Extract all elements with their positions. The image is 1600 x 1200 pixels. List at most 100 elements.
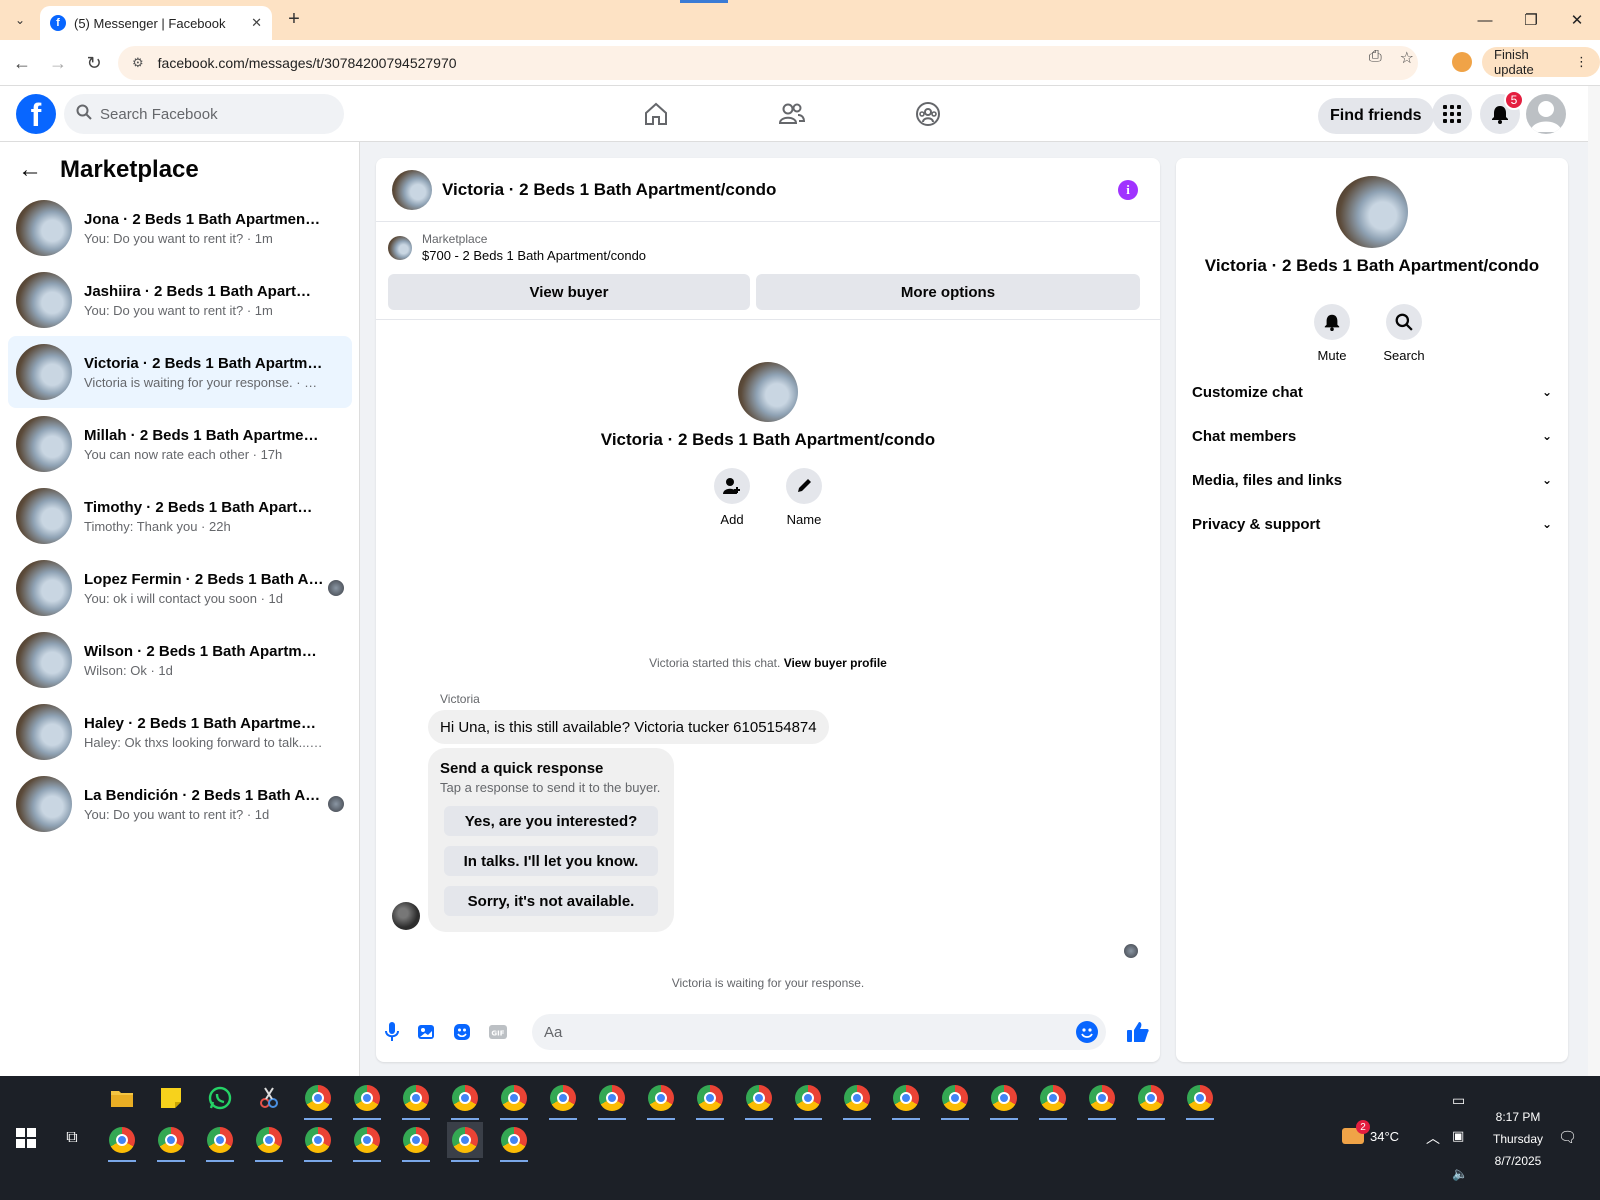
find-friends-button[interactable]: Find friends [1318, 98, 1434, 134]
chat-title[interactable]: Victoria · 2 Beds 1 Bath Apartment/condo [442, 180, 776, 200]
action-center-icon[interactable]: 🗨 [1558, 1128, 1577, 1146]
weather-widget[interactable]: 2 34°C [1342, 1120, 1399, 1144]
menu-grid-icon[interactable] [1432, 94, 1472, 134]
install-app-icon[interactable]: ⎙ [1369, 48, 1382, 68]
whatsapp-icon[interactable] [202, 1080, 238, 1116]
restore-icon[interactable]: ❐ [1508, 0, 1554, 40]
listing-thumbnail[interactable] [388, 235, 412, 260]
file-explorer-icon[interactable] [104, 1080, 140, 1116]
finish-update-button[interactable]: Finish update ⋮ [1482, 47, 1600, 77]
details-avatar[interactable] [1336, 176, 1408, 248]
chrome-icon[interactable] [888, 1080, 924, 1120]
chrome-icon[interactable] [545, 1080, 581, 1120]
chrome-icon[interactable] [153, 1122, 189, 1162]
media-files-links-section[interactable]: Media, files and links ⌄ [1192, 460, 1552, 500]
view-buyer-button[interactable]: View buyer [388, 274, 750, 310]
chrome-icon[interactable] [202, 1122, 238, 1162]
browser-tab[interactable]: f (5) Messenger | Facebook ✕ [40, 6, 272, 40]
chrome-icon[interactable] [790, 1080, 826, 1120]
quick-reply-button[interactable]: In talks. I'll let you know. [444, 846, 658, 876]
forward-icon[interactable]: → [46, 51, 70, 75]
view-buyer-profile-link[interactable]: View buyer profile [784, 656, 887, 670]
site-info-icon[interactable]: ⚙ [132, 55, 144, 71]
back-arrow-icon[interactable]: ← [18, 156, 42, 184]
name-chat-button[interactable]: Name [774, 468, 834, 527]
sticker-icon[interactable] [452, 1022, 472, 1042]
conversation-item[interactable]: Millah · 2 Beds 1 Bath Apartment/c... You… [8, 408, 352, 480]
chrome-icon[interactable] [594, 1080, 630, 1120]
sticky-notes-icon[interactable] [153, 1080, 189, 1116]
chrome-icon[interactable] [496, 1122, 532, 1162]
new-tab-button[interactable]: + [282, 8, 306, 31]
chrome-icon[interactable] [398, 1122, 434, 1162]
chrome-icon[interactable] [104, 1122, 140, 1162]
photo-icon[interactable] [416, 1022, 436, 1042]
chrome-icon[interactable] [251, 1122, 287, 1162]
privacy-support-section[interactable]: Privacy & support ⌄ [1192, 504, 1552, 544]
chrome-icon-active[interactable] [447, 1122, 483, 1162]
chat-avatar[interactable] [392, 169, 432, 210]
chat-members-section[interactable]: Chat members ⌄ [1192, 416, 1552, 456]
chevron-up-icon[interactable]: ︿ [1426, 1128, 1440, 1148]
chrome-icon[interactable] [741, 1080, 777, 1120]
tab-search-button[interactable]: ⌄ [8, 8, 32, 32]
mute-button[interactable]: Mute [1302, 304, 1362, 363]
chrome-icon[interactable] [643, 1080, 679, 1120]
gif-icon[interactable]: GIF [488, 1022, 508, 1042]
listing-title[interactable]: $700 - 2 Beds 1 Bath Apartment/condo [422, 248, 646, 263]
search-input[interactable] [100, 105, 320, 123]
network-icon[interactable]: ▭ [1452, 1092, 1465, 1109]
chrome-icon[interactable] [1084, 1080, 1120, 1120]
close-tab-icon[interactable]: ✕ [251, 15, 262, 31]
address-bar[interactable]: ⚙ facebook.com/messages/t/30784200794527… [118, 46, 1418, 80]
chrome-icon[interactable] [447, 1080, 483, 1120]
more-options-button[interactable]: More options [756, 274, 1140, 310]
info-icon[interactable]: i [1118, 180, 1138, 200]
conversation-item[interactable]: Jona · 2 Beds 1 Bath Apartment/co... You:… [8, 192, 352, 264]
chrome-icon[interactable] [692, 1080, 728, 1120]
customize-chat-section[interactable]: Customize chat ⌄ [1192, 372, 1552, 412]
search-in-chat-button[interactable]: Search [1374, 304, 1434, 363]
conversation-item[interactable]: Wilson · 2 Beds 1 Bath Apartment/... Wils… [8, 624, 352, 696]
chrome-icon[interactable] [1035, 1080, 1071, 1120]
chrome-icon[interactable] [300, 1122, 336, 1162]
conversation-item-active[interactable]: Victoria · 2 Beds 1 Bath Apartment... Vic… [8, 336, 352, 408]
message-input[interactable] [544, 1023, 1064, 1041]
friends-icon[interactable] [772, 94, 812, 134]
conversation-item[interactable]: Lopez Fermin · 2 Beds 1 Bath Ap... You: o… [8, 552, 352, 624]
message-input-wrapper[interactable] [532, 1014, 1106, 1050]
meet-now-icon[interactable]: ▣ [1452, 1128, 1464, 1144]
bookmark-star-icon[interactable]: ☆ [1400, 48, 1414, 68]
chrome-icon[interactable] [349, 1080, 385, 1120]
facebook-search[interactable] [64, 94, 344, 134]
close-window-icon[interactable]: ✕ [1554, 0, 1600, 40]
conversation-item[interactable]: Haley · 2 Beds 1 Bath Apartment/c... Hale… [8, 696, 352, 768]
windows-start-icon[interactable] [14, 1126, 38, 1150]
quick-reply-button[interactable]: Sorry, it's not available. [444, 886, 658, 916]
task-view-icon[interactable]: ⧉ [60, 1126, 84, 1150]
account-avatar[interactable] [1526, 94, 1566, 134]
chrome-icon[interactable] [349, 1122, 385, 1162]
chrome-icon[interactable] [398, 1080, 434, 1120]
add-people-button[interactable]: Add [702, 468, 762, 527]
chrome-icon[interactable] [1133, 1080, 1169, 1120]
minimize-icon[interactable]: — [1462, 0, 1508, 40]
facebook-logo-icon[interactable]: f [16, 94, 56, 134]
page-scrollbar[interactable] [1588, 86, 1600, 1076]
home-icon[interactable] [636, 94, 676, 134]
chrome-icon[interactable] [839, 1080, 875, 1120]
quick-reply-button[interactable]: Yes, are you interested? [444, 806, 658, 836]
reload-icon[interactable]: ↻ [82, 51, 106, 75]
conversation-item[interactable]: La Bendición · 2 Beds 1 Bath Apa... You: … [8, 768, 352, 840]
groups-icon[interactable] [908, 94, 948, 134]
chrome-icon[interactable] [1182, 1080, 1218, 1120]
volume-icon[interactable]: 🔈 [1452, 1166, 1468, 1182]
chrome-icon[interactable] [937, 1080, 973, 1120]
snipping-tool-icon[interactable] [251, 1080, 287, 1116]
back-icon[interactable]: ← [10, 51, 34, 75]
message-bubble[interactable]: Hi Una, is this still available? Victori… [428, 710, 829, 744]
chrome-icon[interactable] [986, 1080, 1022, 1120]
conversation-item[interactable]: Jashiira · 2 Beds 1 Bath Apartment... You… [8, 264, 352, 336]
thumbs-up-icon[interactable] [1126, 1020, 1150, 1044]
browser-profile-avatar[interactable] [1452, 52, 1472, 72]
